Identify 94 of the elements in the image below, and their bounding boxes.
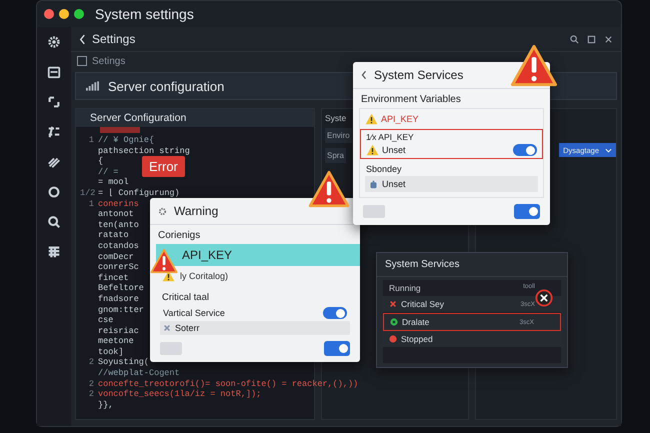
robot-icon — [369, 180, 378, 188]
code-line: voncofte_seecs(1la/iz = notR,]); — [98, 389, 262, 400]
highlight-row[interactable]: API_KEY — [156, 244, 360, 266]
code-line: gnom:tter — [98, 304, 144, 316]
line-number: 1/2 — [80, 188, 94, 199]
code-line: Soyusting( — [98, 357, 150, 368]
line-number: 2 — [88, 378, 94, 390]
dialog-title: Warning — [174, 204, 218, 218]
warning-icon — [308, 170, 350, 208]
close-icon[interactable] — [535, 289, 553, 307]
line-number: 2 — [88, 357, 94, 368]
code-line: antonot — [98, 209, 134, 220]
status-dot-icon — [390, 318, 398, 326]
circle-icon[interactable] — [47, 185, 61, 199]
group-label: Critical taal — [161, 291, 210, 305]
pencil-icon[interactable] — [47, 155, 61, 169]
close-button[interactable] — [44, 9, 54, 19]
list-item[interactable]: Enviro — [325, 128, 352, 143]
toggle-switch[interactable] — [324, 341, 350, 356]
code-line: fincet — [98, 272, 129, 284]
maximize-button[interactable] — [74, 9, 84, 19]
code-line: = ⌊ Configurung) — [98, 188, 180, 199]
arrows-icon[interactable] — [47, 95, 61, 109]
line-number: 1 — [88, 198, 94, 210]
search-icon[interactable] — [47, 215, 61, 229]
line-number: 1 — [88, 135, 94, 146]
code-line: = mool — [98, 177, 129, 188]
code-line: cotandos — [98, 240, 139, 252]
section-title: Server configuration — [108, 78, 224, 94]
code-line: ratato — [98, 230, 129, 241]
signal-bars-icon — [86, 81, 99, 91]
breadcrumb-label: Setings — [92, 56, 126, 66]
settings-icon[interactable] — [47, 35, 61, 49]
code-line: meetone — [98, 336, 134, 347]
toggle-switch[interactable] — [323, 307, 347, 319]
code-line: cse — [98, 315, 114, 326]
code-line: reisriac — [98, 326, 139, 336]
row-label: Soterr — [175, 323, 200, 333]
status-dot-icon — [389, 335, 397, 343]
calendar-icon[interactable] — [47, 65, 61, 79]
error-badge: Error — [142, 156, 185, 177]
code-line: // = — [98, 166, 118, 178]
key-label: API_KEY — [182, 248, 232, 262]
panel-title: System Services — [385, 259, 460, 270]
warning-icon — [365, 113, 378, 125]
variable-name: API_KEY — [381, 114, 419, 124]
gear-icon — [158, 206, 167, 216]
row-label: Vartical Service — [163, 308, 225, 318]
code-line: comDecr — [98, 252, 134, 262]
code-line: { — [98, 156, 104, 167]
code-line: pathsection string — [98, 146, 190, 156]
cross-icon — [163, 324, 171, 332]
close-icon[interactable] — [604, 34, 613, 44]
grid-icon[interactable] — [47, 245, 61, 259]
note-text: ly Coritalog) — [180, 271, 228, 281]
list-row[interactable]: Unset — [365, 176, 538, 192]
chevron-down-icon — [605, 148, 612, 152]
service-name: Stopped — [401, 334, 433, 344]
group-label: Sbondey — [365, 163, 403, 176]
back-icon[interactable] — [361, 70, 367, 80]
code-line: //webplat-Cogent — [98, 368, 180, 379]
code-line: concefte_treotorofi()= soon-ofite() = reacker,(),)) — [98, 378, 358, 390]
shapes-icon[interactable] — [47, 125, 61, 139]
code-line: took] — [98, 346, 124, 358]
toggle-switch[interactable] — [514, 204, 540, 219]
warning-icon — [366, 144, 379, 156]
service-name: Critical Sey — [401, 299, 444, 309]
code-line: conerins — [98, 198, 139, 210]
variable-row[interactable]: 1⁄x API_KEY Unset — [360, 129, 543, 159]
status-text: Unset — [382, 179, 406, 189]
list-header: Running — [389, 283, 421, 293]
toggle-switch[interactable] — [513, 144, 537, 156]
search-icon[interactable] — [570, 34, 579, 44]
list-item[interactable]: Spra — [325, 148, 346, 163]
window-title: System settings — [95, 6, 194, 22]
checkbox[interactable] — [77, 56, 87, 66]
cross-icon — [389, 300, 397, 308]
variable-name: 1⁄x API_KEY — [366, 132, 415, 142]
column-heading: Syste — [325, 113, 346, 123]
code-line: // ¥ Ognie{ — [98, 135, 154, 146]
service-row[interactable]: Stopped — [383, 331, 561, 348]
service-name: Dralate — [402, 317, 430, 327]
line-number: 2 — [88, 389, 94, 400]
page-title: Settings — [92, 32, 136, 46]
code-line: }}, — [98, 400, 114, 410]
square-icon[interactable] — [587, 34, 596, 44]
section-label: Corienigs — [157, 229, 202, 243]
code-line: Befeltore — [98, 283, 144, 294]
code-line: fnadsore — [98, 294, 139, 304]
editor-title: Server Configuration — [90, 112, 186, 124]
minimize-button[interactable] — [59, 9, 69, 19]
status-text: Unset — [382, 145, 406, 155]
code-line: ten(anto — [98, 220, 139, 230]
code-line: conrerSc — [98, 262, 139, 273]
